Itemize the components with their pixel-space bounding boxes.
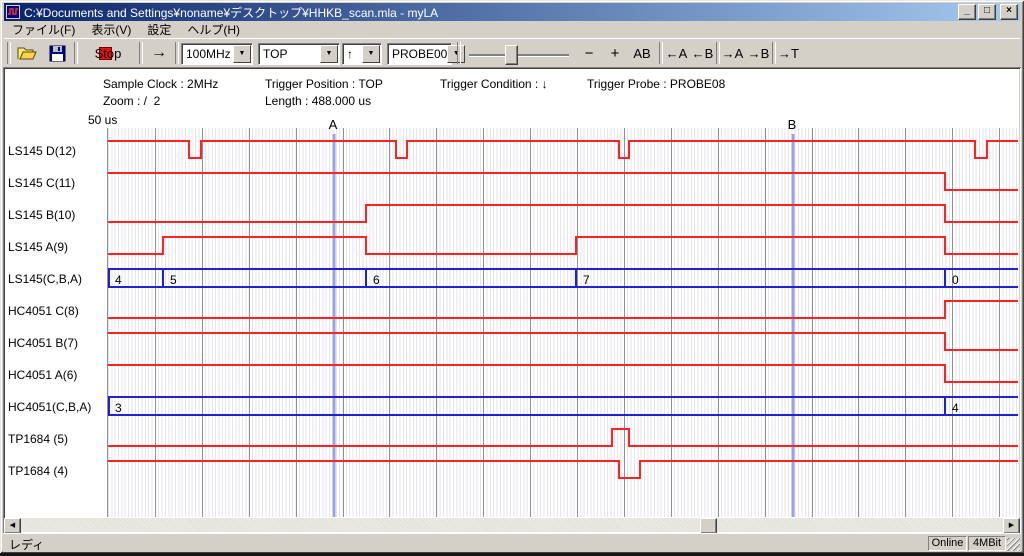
scroll-left-button[interactable]: ◀ [4, 518, 21, 534]
online-status-badge: Online [928, 536, 967, 551]
ab-range-button[interactable]: AB [629, 41, 655, 65]
waveform-plot[interactable]: 4 5 6 7 0 3 4 [107, 128, 1018, 517]
goto-trigger-button[interactable]: →T [776, 41, 801, 65]
toolbar-grip [7, 42, 11, 64]
open-file-button[interactable] [14, 41, 40, 65]
statusbar: レディ Online 4MBit [3, 533, 1021, 552]
sample-clock-combo[interactable]: 100MHz ▼ [181, 43, 253, 65]
close-button[interactable]: × [1000, 4, 1018, 20]
channel-label: LS145(C,B,A) [8, 272, 105, 286]
memory-status-badge: 4MBit [968, 536, 1006, 551]
signal-trace [108, 173, 1018, 190]
maximize-button[interactable]: □ [978, 4, 996, 20]
stop-label: Stop [95, 46, 122, 61]
dropdown-arrow-icon[interactable]: ▼ [362, 45, 380, 63]
signal-trace [108, 237, 1018, 254]
bus-value: 6 [373, 273, 380, 287]
minimize-button[interactable]: _ [958, 4, 976, 20]
signal-trace [108, 461, 1018, 478]
channel-label: LS145 D(12) [8, 144, 105, 158]
menu-item-3[interactable]: ヘルプ(H) [179, 20, 248, 39]
signal-trace [108, 365, 1018, 382]
zoom-out-button[interactable]: − [579, 41, 599, 65]
floppy-disk-icon [49, 45, 66, 62]
open-folder-icon [17, 44, 37, 62]
trigger-edge-combo[interactable]: ↑ ▼ [342, 43, 382, 65]
sample-clock-value: 100MHz [182, 47, 233, 61]
menu-item-2[interactable]: 設定 [139, 20, 179, 39]
toolbar-separator [457, 42, 461, 64]
zoom-info: Zoom : / 2 [103, 94, 160, 108]
channel-label: HC4051(C,B,A) [8, 400, 105, 414]
signal-trace [108, 429, 1018, 446]
save-button[interactable] [44, 41, 70, 65]
toolbar-separator [139, 42, 143, 64]
channel-label: HC4051 A(6) [8, 368, 105, 382]
goto-marker-b-button[interactable]: ←B [690, 41, 715, 65]
marker-label-a: A [326, 117, 340, 132]
scroll-right-button[interactable]: ▶ [1003, 518, 1020, 534]
set-marker-b-button[interactable]: →B [746, 41, 771, 65]
toolbar: Stop → 100MHz ▼ TOP ▼ ↑ ▼ PROBE00 ▼ [4, 38, 1020, 68]
dropdown-arrow-icon[interactable]: ▼ [233, 45, 251, 63]
trigger-position-combo[interactable]: TOP ▼ [258, 43, 340, 65]
marker-label-b: B [785, 117, 799, 132]
horizontal-scrollbar[interactable]: ◀ ▶ [4, 518, 1020, 532]
app-icon [6, 5, 20, 19]
channel-label: LS145 C(11) [8, 176, 105, 190]
length-info: Length : 488.000 us [265, 94, 371, 108]
channel-label-column: LS145 D(12) LS145 C(11) LS145 B(10) LS145 A… [3, 67, 107, 517]
channel-label: TP1684 (5) [8, 432, 105, 446]
bus-value: 4 [115, 273, 122, 287]
status-message: レディ [9, 536, 44, 553]
set-marker-a-button[interactable]: →A [720, 41, 745, 65]
trigger-position-info: Trigger Position : TOP [265, 77, 383, 91]
window-title: C:¥Documents and Settings¥noname¥デスクトップ¥… [24, 4, 958, 21]
trigger-edge-value: ↑ [343, 47, 362, 61]
menu-item-0[interactable]: ファイル(F) [4, 20, 83, 39]
signal-trace [108, 333, 1018, 350]
bus-trace [108, 397, 1018, 415]
waveform-view: Sample Clock : 2MHz Trigger Position : T… [3, 67, 1021, 533]
bus-value: 5 [170, 273, 177, 287]
signal-trace [108, 301, 1018, 318]
app-window: C:¥Documents and Settings¥noname¥デスクトップ¥… [0, 0, 1024, 553]
bus-value: 0 [952, 273, 959, 287]
resize-grip[interactable] [1007, 538, 1020, 551]
desktop: C:¥Documents and Settings¥noname¥デスクトップ¥… [0, 0, 1024, 556]
menu-item-1[interactable]: 表示(V) [83, 20, 139, 39]
channel-label: TP1684 (4) [8, 464, 105, 478]
goto-marker-a-button[interactable]: ←A [664, 41, 689, 65]
trigger-condition-info: Trigger Condition : ↓ [440, 77, 548, 91]
toolbar-separator [175, 42, 179, 64]
bus-value: 7 [583, 273, 590, 287]
zoom-slider-thumb[interactable] [505, 45, 518, 65]
channel-label: HC4051 B(7) [8, 336, 105, 350]
bus-value: 4 [952, 401, 959, 415]
trigger-probe-combo[interactable]: PROBE00 ▼ [387, 43, 452, 65]
bus-value: 3 [115, 401, 122, 415]
zoom-in-button[interactable]: + [605, 41, 625, 65]
sample-clock-info: Sample Clock : 2MHz [103, 77, 218, 91]
trigger-probe-value: PROBE00 [388, 47, 447, 61]
toolbar-separator [659, 42, 663, 64]
trigger-position-value: TOP [259, 47, 320, 61]
dropdown-arrow-icon[interactable]: ▼ [320, 45, 338, 63]
channel-label: HC4051 C(8) [8, 304, 105, 318]
trigger-probe-info: Trigger Probe : PROBE08 [587, 77, 725, 91]
scrollbar-thumb[interactable] [700, 518, 717, 534]
channel-label: LS145 B(10) [8, 208, 105, 222]
titlebar[interactable]: C:¥Documents and Settings¥noname¥デスクトップ¥… [4, 3, 1020, 21]
signal-trace [108, 141, 1018, 158]
channel-label: LS145 A(9) [8, 240, 105, 254]
bus-trace [108, 269, 1018, 287]
zoom-slider-track[interactable] [469, 54, 569, 57]
menubar: ファイル(F)表示(V)設定ヘルプ(H) [4, 21, 1020, 38]
run-button[interactable]: → [145, 41, 173, 65]
stop-button[interactable]: Stop [80, 41, 136, 65]
toolbar-separator [74, 42, 78, 64]
signal-trace [108, 205, 1018, 222]
